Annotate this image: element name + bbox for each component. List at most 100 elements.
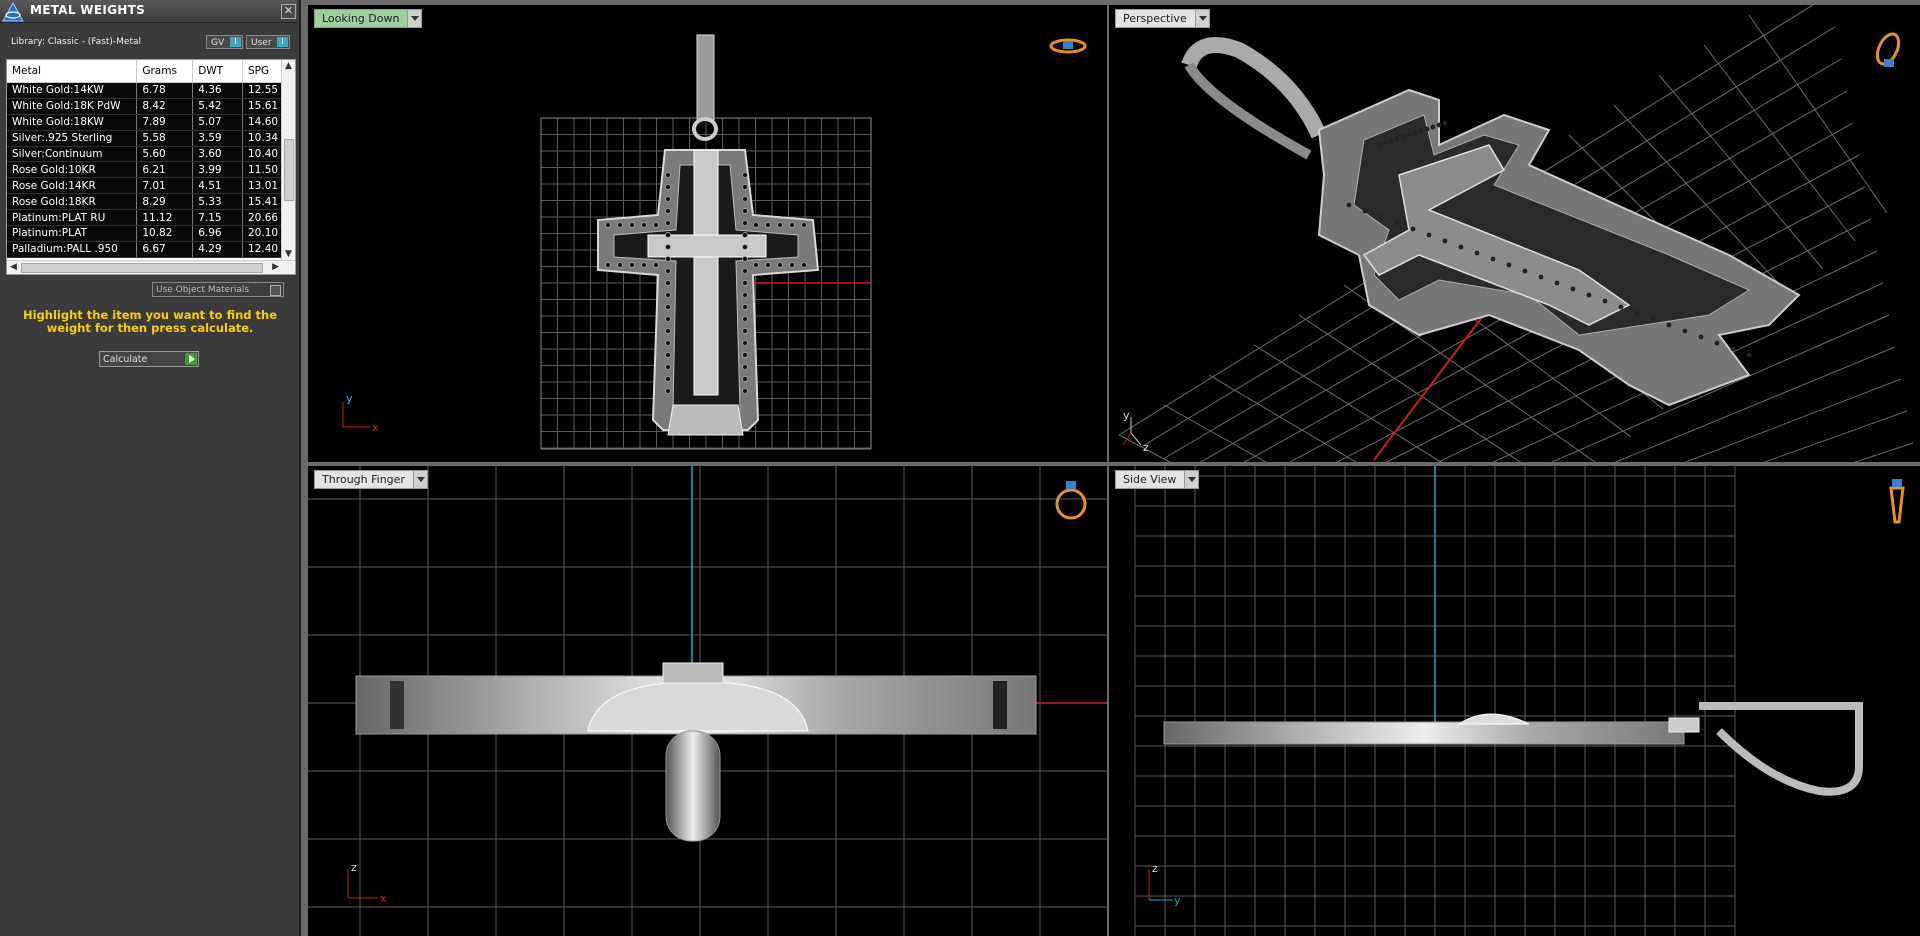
- metal-table-container: Metal Grams DWT SPG White Gold:14KW 6.78 4…: [6, 59, 296, 275]
- table-cell: 5.58: [136, 130, 194, 147]
- table-cell: White Gold:18KW: [7, 114, 138, 131]
- axis-label-z: z: [1143, 441, 1149, 454]
- table-cell: 6.67: [136, 241, 194, 258]
- column-header-dwt[interactable]: DWT: [192, 60, 243, 83]
- column-header-metal[interactable]: Metal: [7, 60, 138, 83]
- user-label: User: [251, 38, 272, 48]
- table-cell: Silver:Continuum: [7, 146, 138, 163]
- table-cell: 3.60: [192, 146, 243, 163]
- vertical-scrollbar[interactable]: ▲ ▼: [281, 60, 295, 260]
- table-cell: 10.34: [242, 130, 282, 147]
- chevron-down-icon[interactable]: [1194, 10, 1209, 27]
- table-row[interactable]: Silver:.925 Sterling 5.58 3.59 10.34: [7, 130, 282, 147]
- scroll-right-icon[interactable]: ▶: [272, 262, 279, 272]
- table-cell: 20.10: [242, 225, 282, 242]
- chevron-down-icon[interactable]: [1184, 471, 1199, 488]
- table-cell: 3.59: [192, 130, 243, 147]
- table-cell: 8.29: [136, 193, 194, 211]
- table-row[interactable]: Rose Gold:10KR 6.21 3.99 11.50: [7, 161, 282, 179]
- close-icon[interactable]: ✕: [281, 4, 296, 19]
- viewport-label-looking-down[interactable]: Looking Down: [314, 9, 423, 28]
- scroll-up-icon[interactable]: ▲: [285, 61, 292, 71]
- table-row[interactable]: Platinum:PLAT 10.82 6.96 20.10: [7, 225, 282, 242]
- gv-label: GV: [211, 38, 225, 48]
- column-header-grams[interactable]: Grams: [136, 60, 194, 83]
- table-cell: White Gold:18K PdW: [7, 98, 138, 115]
- viewport-side-view[interactable]: z y Side View: [1109, 466, 1920, 936]
- table-cell: 5.33: [192, 193, 243, 211]
- table-cell: Platinum:PLAT RU: [7, 209, 138, 227]
- viewport-perspective[interactable]: y z Perspective: [1109, 5, 1920, 462]
- viewport-through-finger[interactable]: z x Through Finger: [308, 466, 1107, 936]
- table-row[interactable]: White Gold:18KW 7.89 5.07 14.60: [7, 114, 282, 131]
- table-cell: 11.50: [242, 161, 282, 179]
- viewport-label-text: Looking Down: [322, 12, 400, 25]
- axis-label-x: x: [380, 892, 387, 905]
- table-cell: 7.01: [136, 177, 194, 195]
- table-cell: 6.21: [136, 161, 194, 179]
- table-cell: 14.60: [242, 114, 282, 131]
- gv-toggle-button[interactable]: GV I: [206, 35, 243, 49]
- ring-top-icon[interactable]: [1048, 33, 1088, 59]
- horizontal-scrollbar[interactable]: ◀ ▶: [7, 260, 295, 274]
- table-row[interactable]: Palladium:PALL .950 6.67 4.29 12.40: [7, 241, 282, 258]
- viewport-looking-down[interactable]: y x Looking Down: [308, 5, 1107, 462]
- panel-title-bar[interactable]: METAL WEIGHTS ✕: [0, 0, 297, 23]
- table-row[interactable]: Rose Gold:18KR 8.29 5.33 15.41: [7, 193, 282, 211]
- metal-weights-table: Metal Grams DWT SPG White Gold:14KW 6.78 4…: [7, 60, 282, 258]
- table-cell: 6.78: [136, 82, 194, 99]
- metal-weights-panel: METAL WEIGHTS ✕ Library: Classic - (Fast…: [0, 0, 301, 936]
- axis-label-z: z: [351, 861, 357, 874]
- table-row[interactable]: White Gold:14KW 6.78 4.36 12.55: [7, 82, 282, 99]
- table-cell: 11.12: [136, 209, 194, 227]
- app-logo-icon: [2, 2, 24, 22]
- table-cell: 5.42: [192, 98, 243, 115]
- table-cell: 5.07: [192, 114, 243, 131]
- scrollbar-thumb[interactable]: [21, 263, 263, 273]
- calculate-label: Calculate: [103, 354, 148, 365]
- front-view-scene: z x: [308, 466, 1107, 936]
- use-object-materials-toggle[interactable]: Use Object Materials: [152, 282, 284, 297]
- play-icon: [185, 353, 197, 365]
- table-cell: 7.15: [192, 209, 243, 227]
- table-cell: 4.36: [192, 82, 243, 99]
- ring-side-icon[interactable]: [1885, 476, 1909, 526]
- table-row[interactable]: Rose Gold:14KR 7.01 4.51 13.01: [7, 177, 282, 195]
- chevron-down-icon[interactable]: [412, 471, 427, 488]
- table-cell: White Gold:14KW: [7, 82, 138, 99]
- calculate-button[interactable]: Calculate: [99, 351, 199, 367]
- checkbox-icon[interactable]: [270, 285, 281, 296]
- table-cell: Palladium:PALL .950: [7, 241, 138, 258]
- table-cell: 12.40: [242, 241, 282, 258]
- viewport-area: y x Looking Down y z Perspective z x Thr…: [301, 0, 1920, 936]
- table-cell: 7.89: [136, 114, 194, 131]
- scroll-left-icon[interactable]: ◀: [10, 262, 17, 272]
- table-cell: 6.96: [192, 225, 243, 242]
- user-toggle-button[interactable]: User I: [246, 35, 290, 49]
- column-header-spg[interactable]: SPG: [242, 60, 282, 83]
- viewport-label-text: Perspective: [1123, 12, 1187, 25]
- ring-perspective-icon[interactable]: [1871, 27, 1905, 71]
- table-cell: 15.41: [242, 193, 282, 211]
- scroll-down-icon[interactable]: ▼: [285, 249, 292, 259]
- viewport-label-text: Side View: [1123, 473, 1177, 486]
- viewport-label-perspective[interactable]: Perspective: [1115, 9, 1210, 28]
- table-cell: 15.61: [242, 98, 282, 115]
- table-row[interactable]: White Gold:18K PdW 8.42 5.42 15.61: [7, 98, 282, 115]
- table-cell: 10.82: [136, 225, 194, 242]
- table-cell: 5.60: [136, 146, 194, 163]
- ring-front-icon[interactable]: [1051, 476, 1091, 522]
- side-view-scene: z y: [1134, 466, 1863, 936]
- axis-label-y: y: [1174, 894, 1181, 907]
- scrollbar-thumb[interactable]: [284, 139, 294, 201]
- table-row[interactable]: Platinum:PLAT RU 11.12 7.15 20.66: [7, 209, 282, 227]
- viewport-label-through-finger[interactable]: Through Finger: [314, 470, 428, 489]
- axis-label-x: x: [372, 421, 379, 434]
- table-row[interactable]: Silver:Continuum 5.60 3.60 10.40: [7, 146, 282, 163]
- table-cell: Rose Gold:18KR: [7, 193, 138, 211]
- use-object-materials-label: Use Object Materials: [156, 285, 250, 295]
- table-cell: 20.66: [242, 209, 282, 227]
- table-cell: 10.40: [242, 146, 282, 163]
- chevron-down-icon[interactable]: [407, 10, 422, 27]
- viewport-label-side-view[interactable]: Side View: [1115, 470, 1200, 489]
